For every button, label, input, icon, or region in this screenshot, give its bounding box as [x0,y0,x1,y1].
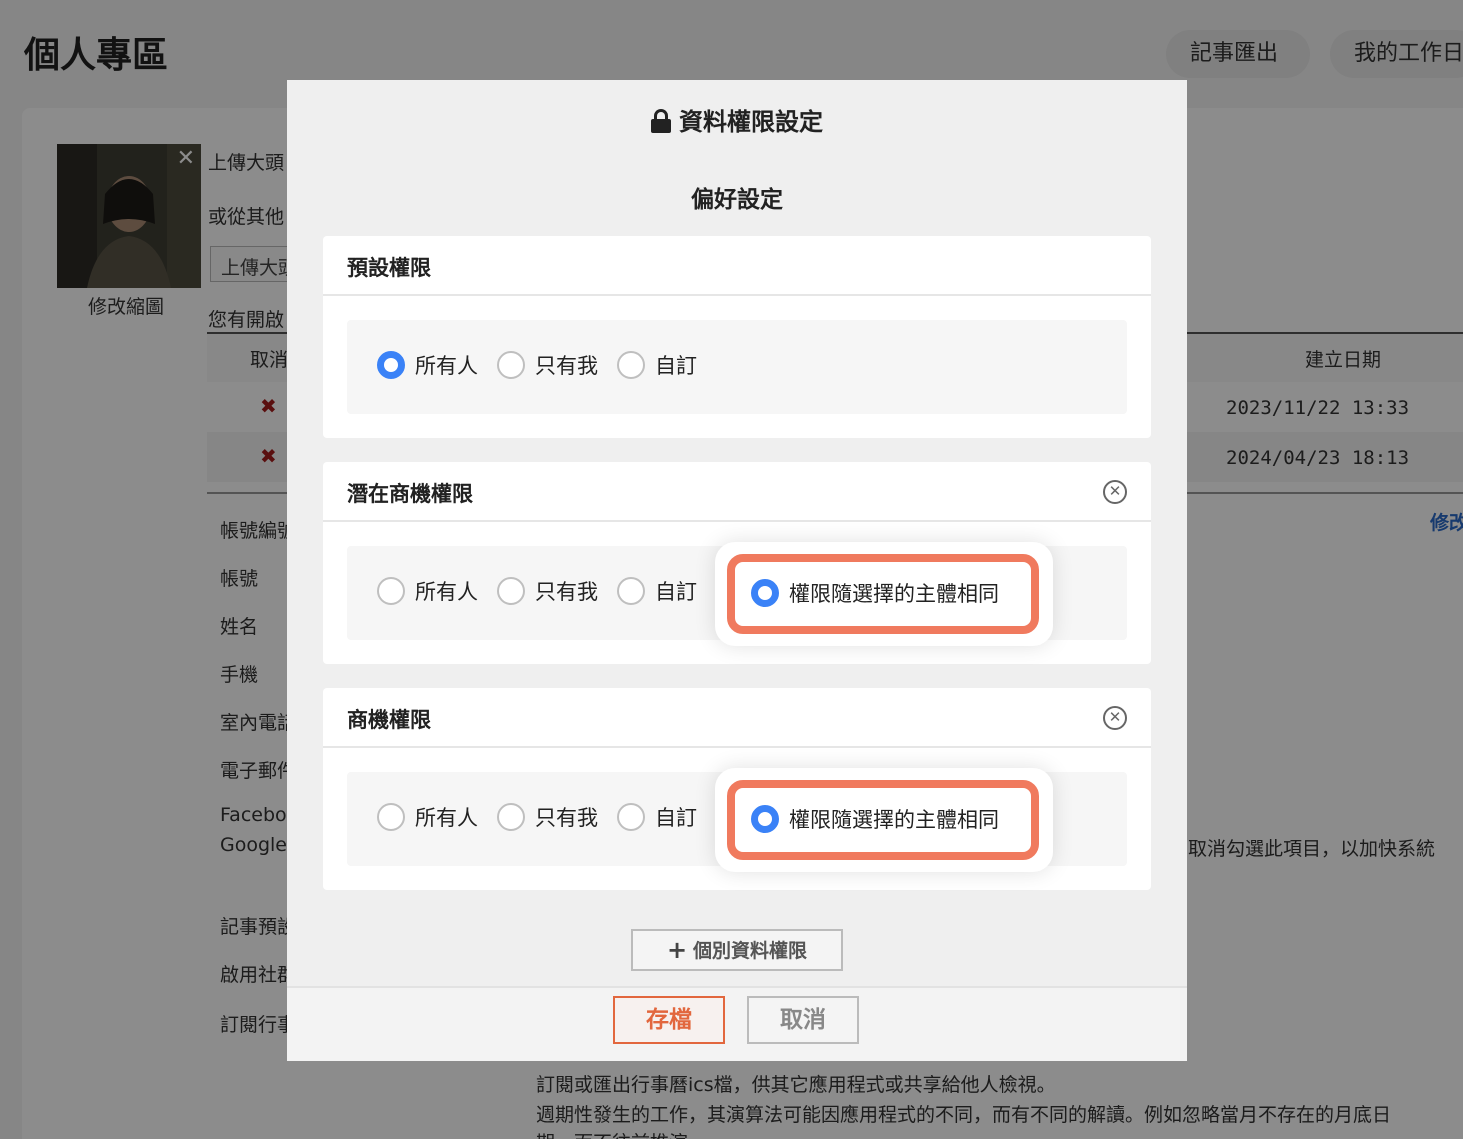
radio-label: 所有人 [415,354,478,378]
lead-permission-card: 潛在商機權限 ✕ 所有人 只有我 自訂 權限隨選擇的主體相同 [323,462,1151,664]
permission-settings-modal: 資料權限設定 偏好設定 預設權限 所有人 只有我 自訂 潛在商機權限 ✕ 所有人… [287,80,1187,1061]
radio-label: 權限隨選擇的主體相同 [789,582,999,606]
radio-custom[interactable]: 自訂 [617,350,697,380]
radio-label: 只有我 [535,580,598,604]
radio-label: 權限隨選擇的主體相同 [789,808,999,832]
radio-everyone[interactable]: 所有人 [377,350,478,380]
radio-button[interactable] [617,351,645,379]
card-title: 預設權限 [323,236,1151,296]
radio-everyone[interactable]: 所有人 [377,576,478,606]
radio-button[interactable] [497,577,525,605]
plus-icon: + [666,936,688,964]
add-button-label: 個別資料權限 [693,940,808,962]
radio-button[interactable] [617,577,645,605]
radio-button-selected[interactable] [751,579,779,607]
opportunity-permission-card: 商機權限 ✕ 所有人 只有我 自訂 權限隨選擇的主體相同 [323,688,1151,890]
radio-label: 自訂 [655,580,697,604]
preferences-heading: 偏好設定 [691,187,783,213]
highlight-callout: 權限隨選擇的主體相同 [715,542,1053,646]
radio-group: 所有人 只有我 自訂 [347,320,1127,414]
radio-button[interactable] [377,803,405,831]
radio-button[interactable] [497,803,525,831]
radio-custom[interactable]: 自訂 [617,576,697,606]
add-individual-permission-button[interactable]: + 個別資料權限 [631,929,843,971]
save-button[interactable]: 存檔 [613,996,725,1044]
radio-label: 只有我 [535,806,598,830]
card-header: 潛在商機權限 ✕ [323,462,1151,522]
radio-same-as-subject[interactable]: 權限隨選擇的主體相同 [751,804,999,834]
radio-custom[interactable]: 自訂 [617,802,697,832]
radio-only-me[interactable]: 只有我 [497,802,598,832]
modal-footer: 存檔 取消 [287,986,1187,1061]
radio-label: 只有我 [535,354,598,378]
highlight-callout: 權限隨選擇的主體相同 [715,768,1053,872]
radio-label: 自訂 [655,354,697,378]
default-permission-card: 預設權限 所有人 只有我 自訂 [323,236,1151,438]
radio-button[interactable] [497,351,525,379]
close-icon[interactable]: ✕ [1103,706,1127,730]
radio-everyone[interactable]: 所有人 [377,802,478,832]
radio-button-selected[interactable] [377,351,405,379]
radio-only-me[interactable]: 只有我 [497,350,598,380]
radio-only-me[interactable]: 只有我 [497,576,598,606]
radio-same-as-subject[interactable]: 權限隨選擇的主體相同 [751,578,999,608]
radio-label: 所有人 [415,806,478,830]
close-icon[interactable]: ✕ [1103,480,1127,504]
radio-button[interactable] [617,803,645,831]
radio-label: 自訂 [655,806,697,830]
card-header: 商機權限 ✕ [323,688,1151,748]
modal-title: 資料權限設定 [287,102,1187,137]
lock-icon [651,109,671,133]
modal-title-text: 資料權限設定 [679,108,823,136]
cancel-button[interactable]: 取消 [747,996,859,1044]
card-title: 商機權限 [347,708,431,732]
radio-button-selected[interactable] [751,805,779,833]
card-title: 潛在商機權限 [347,482,473,506]
radio-button[interactable] [377,577,405,605]
radio-label: 所有人 [415,580,478,604]
